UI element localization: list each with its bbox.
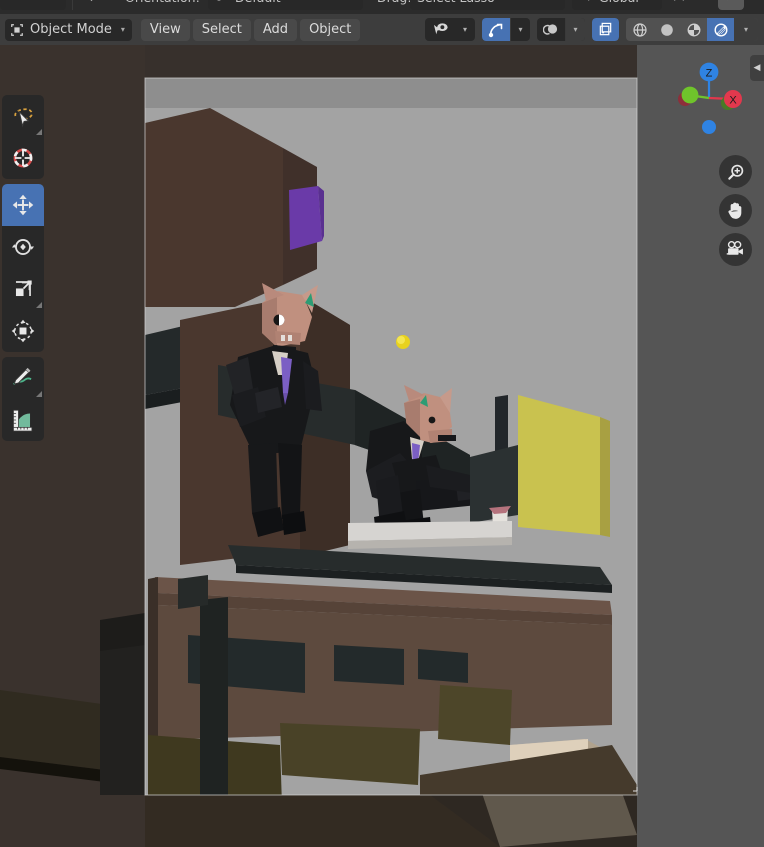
camera-icon: [726, 241, 743, 255]
measure-tool-top[interactable]: [742, 0, 764, 10]
shading-wireframe-button[interactable]: [626, 18, 653, 41]
tool-expand-corner[interactable]: [36, 129, 42, 135]
sidebar-toggle-button[interactable]: ◀: [750, 55, 764, 81]
viewport-header: Object Mode ▾ View Select Add Object ▾ ▾…: [0, 14, 764, 45]
shading-material-preview-button[interactable]: [680, 18, 707, 41]
orientation-label: Orientation:: [118, 0, 207, 10]
3d-viewport[interactable]: Z X ◀: [0, 45, 764, 847]
viewport-toolbar: [2, 95, 44, 446]
mode-label: Object Mode: [30, 22, 112, 37]
proportional-falloff-dropdown[interactable]: ▾: [565, 18, 585, 41]
global-axis-icon: [579, 0, 594, 5]
gizmo-axis-neg-z: [702, 120, 716, 134]
proportional-falloff-icon: [672, 0, 687, 5]
hand-icon: [728, 202, 742, 219]
chevron-down-icon: ▾: [573, 25, 578, 34]
divider: [72, 0, 73, 10]
chevron-down-icon: ▾: [120, 25, 125, 34]
gizmo-label-x: X: [729, 95, 737, 107]
tool-rotate[interactable]: [2, 226, 44, 268]
header-left-group: Object Mode ▾ View Select Add Object: [0, 18, 361, 41]
scene-render: [0, 45, 764, 847]
menu-select[interactable]: Select: [192, 18, 251, 41]
pan-view-button[interactable]: [719, 194, 752, 227]
show-gizmo-button[interactable]: [592, 18, 619, 41]
visibility-selectability-group: ▾: [425, 18, 475, 41]
gizmo-axis-y: [681, 86, 699, 104]
object-mode-icon: [10, 23, 24, 37]
transform-pivot-icon: [7, 0, 22, 5]
magnifier-plus-icon: [727, 164, 743, 180]
pivot-point-dropdown[interactable]: ▾: [0, 0, 66, 10]
orientation-dropdown[interactable]: Default ▾: [208, 0, 363, 10]
chevron-down-icon: ▾: [743, 25, 748, 34]
tool-expand-corner[interactable]: [36, 302, 42, 308]
measure-ruler-icon: [749, 0, 764, 5]
chevron-left-icon: ◀: [753, 63, 761, 73]
camera-view-button[interactable]: [719, 233, 752, 266]
mode-selector[interactable]: Object Mode ▾: [5, 18, 132, 41]
proportional-editing-button[interactable]: [537, 18, 565, 41]
viewport-shading-group: ▾: [626, 18, 758, 41]
transform-group: [2, 184, 44, 352]
gizmo-label-z: Z: [706, 68, 713, 80]
visibility-dropdown[interactable]: ▾: [455, 18, 475, 41]
tool-scale[interactable]: [2, 268, 44, 310]
tool-move[interactable]: [2, 184, 44, 226]
annotate-tool-top[interactable]: [718, 0, 744, 10]
tool-annotate[interactable]: [2, 357, 44, 399]
drag-mode-dropdown[interactable]: Select Lasso ▾: [410, 0, 565, 10]
tool-cursor[interactable]: [2, 137, 44, 179]
gizmo-overlay-group: [592, 18, 619, 41]
tool-transform[interactable]: [2, 310, 44, 352]
orientation-icon: [215, 0, 230, 5]
navigation-gizmo[interactable]: Z X: [666, 55, 752, 141]
menu-view[interactable]: View: [140, 18, 190, 41]
secondary-header-strip: ▾ Orientation: Default ▾ Drag: Select La…: [0, 0, 764, 14]
menu-object[interactable]: Object: [300, 18, 361, 41]
snapping-group: ▾: [482, 18, 530, 41]
annotate-pencil-icon: [725, 0, 740, 5]
falloff-dropdown[interactable]: ▾: [665, 0, 707, 10]
header-right-group: ▾ ▾ ▾ ▾: [425, 18, 764, 41]
tool-expand-corner[interactable]: [36, 391, 42, 397]
shading-solid-button[interactable]: [653, 18, 680, 41]
selection-group: [2, 95, 44, 179]
shading-rendered-button[interactable]: [707, 18, 734, 41]
snap-dropdown[interactable]: ▾: [510, 18, 530, 41]
proportional-editing-group: ▾: [537, 18, 585, 41]
chevron-down-icon: ▾: [462, 25, 467, 34]
menu-add[interactable]: Add: [253, 18, 298, 41]
zoom-view-button[interactable]: [719, 155, 752, 188]
viewport-nav-buttons: [719, 155, 752, 266]
tool-select-lasso[interactable]: [2, 95, 44, 137]
shading-options-dropdown[interactable]: ▾: [734, 18, 758, 41]
tool-measure[interactable]: [2, 399, 44, 441]
snap-down-arrow-icon: [85, 0, 100, 5]
visibility-selectability-button[interactable]: [425, 18, 455, 41]
chevron-down-icon: ▾: [518, 25, 523, 34]
snap-magnet-button[interactable]: [482, 18, 510, 41]
annotate-group: [2, 357, 44, 441]
snap-arrow[interactable]: [82, 0, 102, 10]
transform-orientation-dropdown[interactable]: Global ▾: [572, 0, 662, 10]
